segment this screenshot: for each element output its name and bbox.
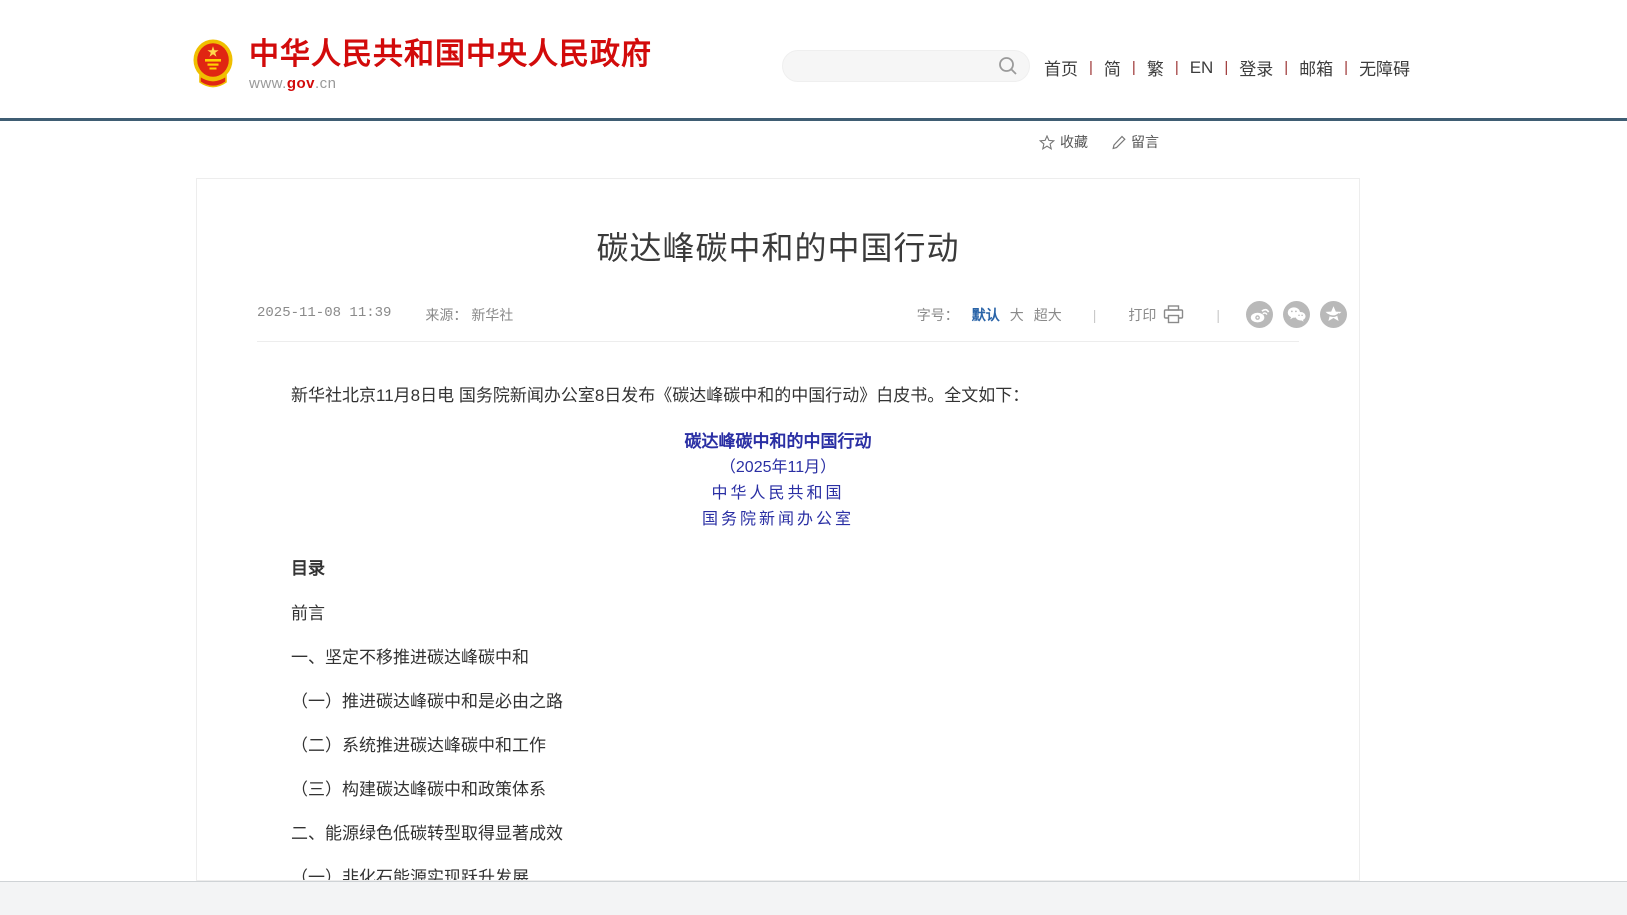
toc-heading: 目录 bbox=[257, 557, 1299, 581]
article-card: 碳达峰碳中和的中国行动 2025-11-08 11:39 来源： 新华社 字号：… bbox=[196, 178, 1360, 881]
gov-home-link[interactable]: 中华人民共和国中央人民政府 www.gov.cn bbox=[193, 38, 652, 92]
toc-item: （一）推进碳达峰碳中和是必由之路 bbox=[257, 690, 1299, 714]
separator: | bbox=[1132, 59, 1136, 76]
header-divider bbox=[0, 118, 1627, 121]
search-box bbox=[782, 50, 1030, 82]
national-emblem-icon bbox=[193, 39, 233, 91]
article-body: 新华社北京11月8日电 国务院新闻办公室8日发布《碳达峰碳中和的中国行动》白皮书… bbox=[257, 384, 1299, 881]
toc-list: 前言一、坚定不移推进碳达峰碳中和 （一）推进碳达峰碳中和是必由之路 （二）系统推进碳… bbox=[257, 602, 1299, 881]
weibo-icon bbox=[1246, 301, 1273, 328]
wechat-share-button[interactable] bbox=[1283, 301, 1310, 328]
more-share-button[interactable] bbox=[1320, 301, 1347, 328]
document-org-line2: 国务院新闻办公室 bbox=[257, 509, 1299, 532]
weibo-share-button[interactable] bbox=[1246, 301, 1273, 328]
nav-link[interactable]: 无障碍 bbox=[1359, 55, 1410, 80]
star-outline-icon bbox=[1039, 135, 1055, 150]
nav-link[interactable]: 邮箱 bbox=[1299, 55, 1333, 80]
fontsize-label: 字号： bbox=[917, 305, 959, 325]
print-label: 打印 bbox=[1128, 305, 1156, 325]
nav-link[interactable]: 简 bbox=[1104, 55, 1121, 80]
separator: | bbox=[1284, 59, 1288, 76]
favorite-label: 收藏 bbox=[1060, 132, 1088, 152]
article-intro: 新华社北京11月8日电 国务院新闻办公室8日发布《碳达峰碳中和的中国行动》白皮书… bbox=[257, 384, 1299, 408]
fontsize-large-button[interactable]: 大 bbox=[1010, 305, 1024, 325]
meta-separator: | bbox=[1093, 307, 1097, 323]
toc-item: 前言 bbox=[257, 602, 1299, 626]
source-value: 新华社 bbox=[471, 307, 513, 323]
page-footer-strip bbox=[0, 881, 1627, 915]
toc-item: （三）构建碳达峰碳中和政策体系 bbox=[257, 778, 1299, 802]
article-meta-left: 2025-11-08 11:39 来源： 新华社 bbox=[257, 305, 513, 325]
separator: | bbox=[1175, 59, 1179, 76]
search-button[interactable] bbox=[997, 55, 1019, 77]
site-header: 中华人民共和国中央人民政府 www.gov.cn 首页 | 简 | 繁 | EN | 登录 | 邮箱… bbox=[0, 0, 1627, 118]
site-url: www.gov.cn bbox=[249, 75, 652, 92]
nav-link[interactable]: 登录 bbox=[1239, 55, 1273, 80]
nav-link[interactable]: 首页 bbox=[1044, 55, 1078, 80]
star-share-icon bbox=[1320, 301, 1347, 328]
toc-item: （一）非化石能源实现跃升发展 bbox=[257, 866, 1299, 881]
print-button[interactable]: 打印 bbox=[1122, 304, 1190, 326]
wechat-icon bbox=[1283, 301, 1310, 328]
search-icon bbox=[997, 55, 1019, 77]
toc-item: 二、能源绿色低碳转型取得显著成效 bbox=[257, 822, 1299, 846]
nav-link[interactable]: 繁 bbox=[1147, 55, 1164, 80]
separator: | bbox=[1224, 59, 1228, 76]
share-icons bbox=[1246, 301, 1347, 328]
message-button[interactable]: 留言 bbox=[1112, 132, 1159, 152]
document-org-line1: 中华人民共和国 bbox=[257, 483, 1299, 506]
article-meta-right: 字号： 默认 大 超大 | 打印 | bbox=[917, 301, 1347, 328]
nav-link[interactable]: EN bbox=[1190, 58, 1214, 78]
printer-icon bbox=[1163, 305, 1184, 324]
site-url-prefix: www. bbox=[249, 75, 287, 92]
search-input[interactable] bbox=[799, 57, 997, 75]
site-title-block: 中华人民共和国中央人民政府 www.gov.cn bbox=[249, 38, 652, 92]
fontsize-xlarge-button[interactable]: 超大 bbox=[1034, 305, 1062, 325]
document-date: （2025年11月） bbox=[257, 457, 1299, 480]
page-tools: 收藏 留言 bbox=[1039, 132, 1159, 152]
document-title: 碳达峰碳中和的中国行动 bbox=[257, 430, 1299, 454]
source-label: 来源： bbox=[425, 307, 467, 323]
favorite-button[interactable]: 收藏 bbox=[1039, 132, 1088, 152]
separator: | bbox=[1344, 59, 1348, 76]
article-datetime: 2025-11-08 11:39 bbox=[257, 305, 391, 325]
toc-item: （二）系统推进碳达峰碳中和工作 bbox=[257, 734, 1299, 758]
site-title: 中华人民共和国中央人民政府 bbox=[249, 38, 652, 71]
toc-item: 一、坚定不移推进碳达峰碳中和 bbox=[257, 646, 1299, 670]
site-url-suffix: .cn bbox=[315, 75, 337, 92]
top-nav: 首页 | 简 | 繁 | EN | 登录 | 邮箱 | 无障碍 bbox=[1044, 55, 1410, 80]
meta-separator: | bbox=[1216, 307, 1220, 323]
article-title: 碳达峰碳中和的中国行动 bbox=[257, 223, 1299, 269]
fontsize-default-button[interactable]: 默认 bbox=[972, 305, 1000, 325]
message-label: 留言 bbox=[1131, 132, 1159, 152]
pencil-icon bbox=[1112, 135, 1126, 150]
site-url-highlight: gov bbox=[287, 75, 315, 92]
article-meta-row: 2025-11-08 11:39 来源： 新华社 字号： 默认 大 超大 | 打… bbox=[257, 301, 1299, 342]
article-source: 来源： 新华社 bbox=[425, 305, 513, 325]
separator: | bbox=[1089, 59, 1093, 76]
